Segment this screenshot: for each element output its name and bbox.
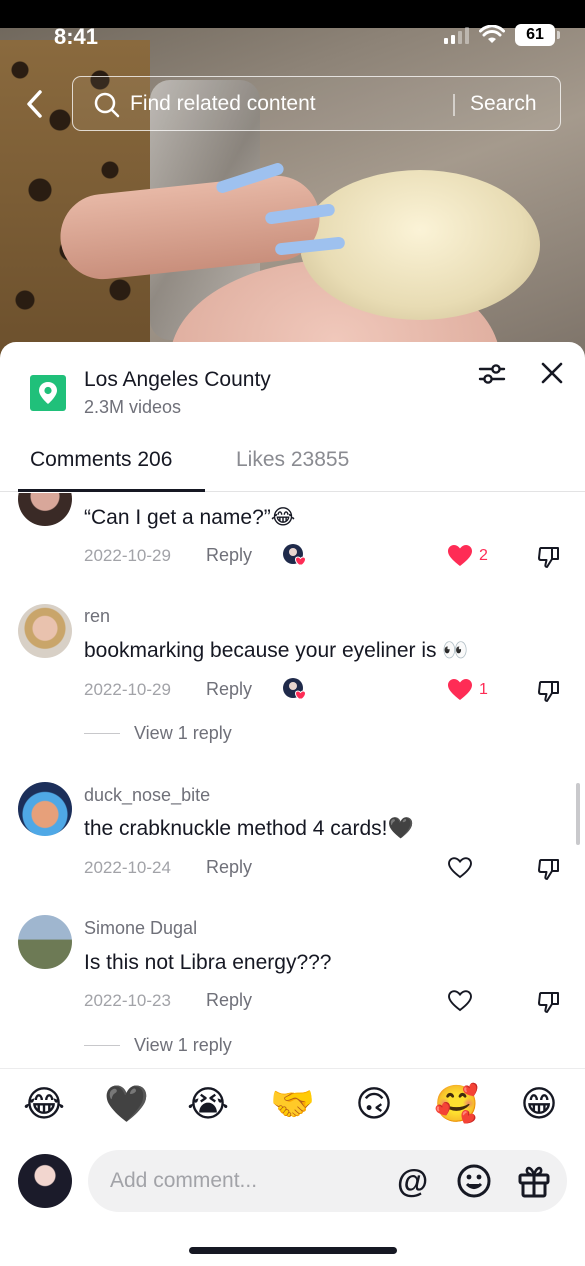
search-bar[interactable]: Find related content Search — [72, 76, 561, 131]
comment-username[interactable]: duck_nose_bite — [84, 785, 210, 806]
my-avatar — [18, 1154, 72, 1208]
heart-filled-icon — [448, 679, 472, 700]
like-button[interactable] — [447, 856, 473, 880]
comment-date: 2022-10-23 — [84, 991, 171, 1010]
search-button[interactable]: Search — [470, 92, 537, 116]
liked-by-creator-icon — [283, 678, 306, 700]
emoji-upside-down[interactable]: 🙃 — [352, 1085, 396, 1125]
reply-button[interactable]: Reply — [206, 857, 252, 878]
thumbs-down-icon[interactable] — [537, 545, 561, 569]
reply-button[interactable]: Reply — [206, 545, 252, 566]
back-chevron-icon[interactable] — [20, 86, 50, 122]
cellular-signal-icon — [444, 26, 469, 44]
tab-bar: Comments 206 Likes 23855 — [0, 440, 585, 492]
location-title[interactable]: Los Angeles County — [84, 368, 271, 392]
sliders-icon[interactable] — [478, 360, 506, 388]
comment-username[interactable]: Simone Dugal — [84, 918, 197, 939]
tab-comments[interactable]: Comments 206 — [30, 448, 172, 472]
commenter-avatar[interactable] — [18, 493, 72, 526]
status-icons: 61 — [444, 24, 560, 46]
gift-icon[interactable] — [516, 1163, 552, 1199]
comment-date: 2022-10-29 — [84, 546, 171, 565]
view-replies-label: View 1 reply — [134, 723, 232, 743]
status-time: 8:41 — [54, 24, 99, 49]
comment-input-placeholder: Add comment... — [110, 1169, 258, 1192]
emoji-black-heart[interactable]: 🖤 — [104, 1085, 149, 1125]
like-button[interactable]: 1 — [447, 678, 488, 702]
heart-filled-icon — [448, 545, 472, 566]
comment-date: 2022-10-24 — [84, 858, 171, 877]
home-indicator[interactable] — [189, 1247, 397, 1254]
view-replies-label: View 1 reply — [134, 1035, 232, 1055]
search-input[interactable]: Find related content — [130, 92, 316, 116]
map-pin-icon — [30, 375, 66, 411]
emoji-grin[interactable]: 😁 — [517, 1085, 561, 1125]
reply-divider-line — [84, 733, 120, 734]
video-background — [0, 0, 585, 380]
emoji-sob[interactable]: 😭 — [186, 1085, 230, 1125]
comments-sheet: Los Angeles County 2.3M videos Comments … — [0, 342, 585, 1266]
wifi-icon — [479, 25, 505, 43]
comment-username[interactable]: ren — [84, 606, 110, 627]
heart-outline-icon — [448, 857, 472, 879]
thumbs-down-icon[interactable] — [537, 857, 561, 881]
scrollbar[interactable] — [576, 783, 580, 845]
view-replies-button[interactable]: View 1 reply — [84, 1035, 232, 1056]
like-count: 1 — [479, 681, 488, 698]
close-icon[interactable] — [539, 360, 565, 386]
like-button[interactable]: 2 — [447, 544, 488, 568]
commenter-avatar[interactable] — [18, 782, 72, 836]
at-icon[interactable]: @ — [397, 1163, 428, 1199]
active-tab-indicator — [18, 489, 205, 492]
view-replies-button[interactable]: View 1 reply — [84, 723, 232, 744]
commenter-avatar[interactable] — [18, 604, 72, 658]
reply-button[interactable]: Reply — [206, 990, 252, 1011]
like-button[interactable] — [447, 989, 473, 1013]
comment-date: 2022-10-29 — [84, 680, 171, 699]
emoji-joy[interactable]: 😂 — [22, 1085, 66, 1125]
location-video-count: 2.3M videos — [84, 397, 182, 417]
battery-icon: 61 — [515, 24, 560, 46]
search-divider — [453, 94, 455, 116]
tab-likes[interactable]: Likes 23855 — [236, 448, 349, 472]
thumbs-down-icon[interactable] — [537, 990, 561, 1014]
search-icon — [94, 92, 120, 118]
emoji-handshake[interactable]: 🤝 — [270, 1085, 315, 1125]
commenter-avatar[interactable] — [18, 915, 72, 969]
reply-button[interactable]: Reply — [206, 679, 252, 700]
comment-input[interactable]: Add comment... @ — [88, 1150, 567, 1212]
emoji-quick-bar: 😂 🖤 😭 🤝 🙃 🥰 😁 — [0, 1068, 585, 1142]
thumbs-down-icon[interactable] — [537, 679, 561, 703]
reply-divider-line — [84, 1045, 120, 1046]
comment-text: the crabknuckle method 4 cards!🖤 — [84, 817, 414, 840]
comment-list[interactable]: “Can I get a name?”😂 2022-10-29 Reply 2 … — [0, 493, 585, 1067]
smile-icon[interactable] — [456, 1163, 492, 1199]
liked-by-creator-icon — [283, 544, 306, 566]
comment-text: bookmarking because your eyeliner is 👀 — [84, 639, 469, 662]
emoji-smiling-hearts[interactable]: 🥰 — [434, 1085, 479, 1125]
like-count: 2 — [479, 547, 488, 564]
comment-text: “Can I get a name?”😂 — [84, 506, 296, 529]
comment-text: Is this not Libra energy??? — [84, 951, 332, 974]
heart-outline-icon — [448, 990, 472, 1012]
